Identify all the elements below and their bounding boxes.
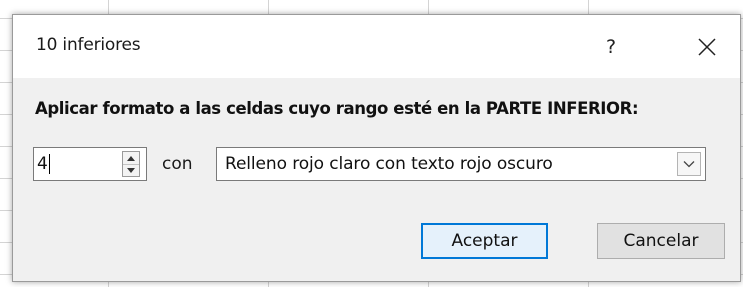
close-icon xyxy=(698,38,716,56)
accept-button[interactable]: Aceptar xyxy=(421,223,548,259)
spin-down-button[interactable] xyxy=(123,164,139,176)
chevron-down-icon xyxy=(683,161,695,168)
close-button[interactable] xyxy=(687,29,727,65)
screen: 10 inferiores ? Aplicar formato a las ce… xyxy=(0,0,743,287)
dialog-title: 10 inferiores xyxy=(36,35,141,55)
format-select[interactable]: Relleno rojo claro con texto rojo oscuro xyxy=(216,147,706,181)
count-spinner-input[interactable]: 4 xyxy=(33,147,147,181)
help-label: ? xyxy=(605,36,617,58)
chevron-up-icon xyxy=(127,155,135,161)
count-value: 4 xyxy=(37,154,48,174)
dialog-titlebar: 10 inferiores ? xyxy=(13,15,740,78)
cancel-label: Cancelar xyxy=(623,231,699,251)
accept-label: Aceptar xyxy=(451,231,518,251)
cancel-button[interactable]: Cancelar xyxy=(597,223,725,259)
with-label: con xyxy=(162,154,193,174)
help-button[interactable]: ? xyxy=(593,31,629,63)
dropdown-button[interactable] xyxy=(677,152,701,176)
format-selected-value: Relleno rojo claro con texto rojo oscuro xyxy=(225,154,553,174)
instruction-label: Aplicar formato a las celdas cuyo rango … xyxy=(35,99,639,118)
text-caret xyxy=(49,154,50,174)
spinner-buttons xyxy=(122,151,140,177)
chevron-down-icon xyxy=(127,167,135,173)
bottom-ten-dialog: 10 inferiores ? Aplicar formato a las ce… xyxy=(12,14,741,282)
